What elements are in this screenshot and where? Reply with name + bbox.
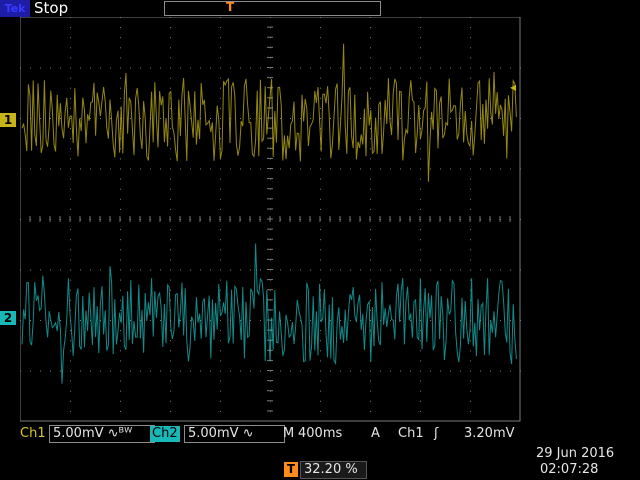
- ch1-scale-value: 5.00mV: [53, 426, 104, 441]
- ch2-scale-value: 5.00mV: [188, 426, 239, 441]
- ch2-marker[interactable]: 2: [0, 311, 16, 325]
- date-display: 29 Jun 2016: [536, 446, 615, 461]
- trigger-position-value[interactable]: 32.20 %: [300, 461, 367, 479]
- timebase-prefix: M: [283, 426, 295, 441]
- coupling-icon: ∿: [242, 426, 254, 441]
- rising-slope-icon: ʃ: [434, 426, 439, 441]
- time-display: 02:07:28: [540, 462, 599, 477]
- waveform-display[interactable]: [20, 17, 521, 422]
- tek-logo: Tek: [0, 0, 30, 17]
- timebase-value[interactable]: 400ms: [298, 426, 342, 442]
- trigger-level[interactable]: 3.20mV: [464, 426, 515, 442]
- record-view-bar[interactable]: [164, 1, 381, 16]
- acquisition-status: Stop: [34, 0, 69, 17]
- ch2-scale[interactable]: 5.00mV ∿: [184, 425, 285, 443]
- trigger-source[interactable]: Ch1: [398, 426, 424, 442]
- trigger-mode: A: [371, 426, 380, 441]
- ch1-marker[interactable]: 1: [0, 113, 16, 127]
- trigger-position-indicator: T: [226, 0, 235, 14]
- trigger-position-icon: T: [284, 462, 298, 477]
- coupling-icon: ∿ᴮᵂ: [107, 426, 133, 441]
- ch1-scale[interactable]: 5.00mV ∿ᴮᵂ: [49, 425, 155, 443]
- ch1-label[interactable]: Ch1: [20, 426, 46, 442]
- trigger-level-arrow-icon: ◂: [510, 80, 517, 94]
- ch2-label[interactable]: Ch2: [150, 426, 180, 442]
